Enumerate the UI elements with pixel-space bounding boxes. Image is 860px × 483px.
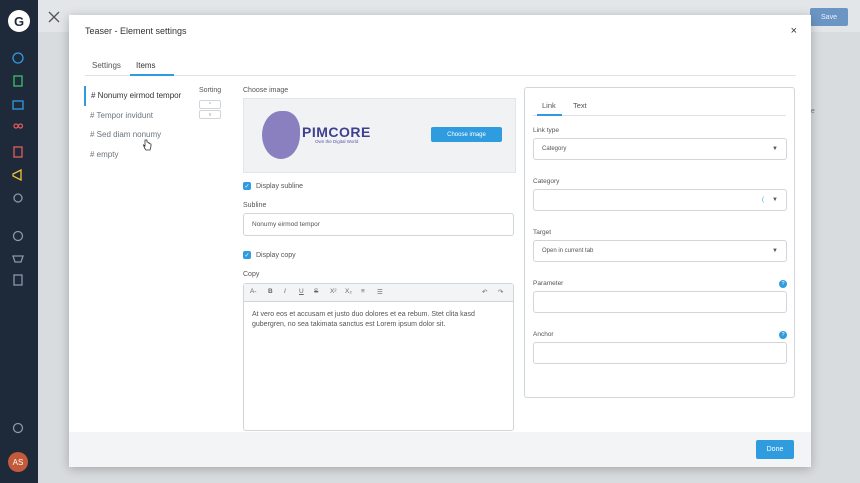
category-label: Category	[533, 178, 560, 185]
help-icon[interactable]: ?	[779, 331, 787, 339]
text-style-icon[interactable]: A-	[250, 288, 257, 295]
copy-editor[interactable]: A- B I U S X² X₂ ≡ ☰ ↶ ↷ At vero eos et …	[243, 283, 514, 431]
assets-icon[interactable]	[10, 97, 26, 113]
modal-footer: Done	[69, 432, 811, 467]
link-type-value: Category	[542, 146, 567, 152]
copy-text[interactable]: At vero eos et accusam et justo duo dolo…	[252, 310, 504, 330]
chevron-down-icon: ▼	[772, 248, 778, 254]
target-select[interactable]: Open in current tab ▼	[533, 240, 787, 262]
marketing-icon[interactable]	[10, 167, 26, 183]
user-avatar[interactable]: AS	[8, 452, 28, 472]
link-type-label: Link type	[533, 127, 560, 134]
chevron-down-icon: ▼	[772, 146, 778, 152]
modal-title: Teaser - Element settings	[85, 26, 187, 36]
display-subline-checkbox[interactable]: ✓	[243, 182, 251, 190]
pimcore-brand-text: PIMCORE	[302, 124, 371, 140]
element-settings-modal: Teaser - Element settings × Settings Ite…	[69, 15, 811, 467]
editor-toolbar: A- B I U S X² X₂ ≡ ☰ ↶ ↷	[244, 284, 513, 302]
link-panel-tabs: Link Text	[533, 98, 786, 116]
app-sidebar: G AS	[0, 0, 38, 483]
choose-image-label: Choose image	[243, 87, 289, 94]
unordered-list-icon[interactable]: ☰	[377, 288, 383, 296]
basket-icon[interactable]	[10, 250, 26, 266]
loading-spinner-icon: (	[762, 197, 764, 203]
superscript-icon[interactable]: X²	[330, 288, 337, 295]
list-item[interactable]: # Sed diam nonumy	[84, 125, 184, 145]
modal-tabs: Settings Items	[85, 57, 796, 76]
undo-icon[interactable]: ↶	[482, 288, 487, 296]
bold-icon[interactable]: B	[268, 288, 273, 295]
choose-image-button[interactable]: Choose image	[431, 127, 502, 142]
underline-icon[interactable]: U	[299, 288, 304, 295]
image-preview: PIMCORE Own the Digital World Choose ima…	[243, 98, 516, 173]
display-copy-label: Display copy	[256, 252, 296, 259]
background-close-icon[interactable]	[48, 10, 60, 23]
redo-icon[interactable]: ↷	[498, 288, 503, 296]
hand-cursor-icon	[142, 138, 152, 151]
pimcore-logo-icon[interactable]: G	[8, 10, 30, 32]
done-button[interactable]: Done	[756, 440, 794, 459]
list-item[interactable]: # empty	[84, 145, 184, 165]
parameter-input[interactable]	[533, 291, 787, 313]
subline-label: Subline	[243, 202, 267, 209]
display-subline-label: Display subline	[256, 183, 304, 190]
pimcore-tagline: Own the Digital World	[315, 139, 359, 144]
tab-settings[interactable]: Settings	[92, 61, 121, 70]
category-select[interactable]: ( ▼	[533, 189, 787, 211]
list-item[interactable]: # Tempor invidunt	[84, 106, 184, 126]
dashboard-icon[interactable]	[10, 50, 26, 66]
tab-items[interactable]: Items	[136, 61, 156, 70]
search-icon[interactable]	[10, 228, 26, 244]
sorting-label: Sorting	[199, 87, 222, 94]
link-panel: Link Text Link type Category ▼ Category …	[524, 87, 795, 398]
active-tab-indicator	[130, 74, 174, 76]
modal-close-icon[interactable]: ×	[791, 25, 797, 37]
strikethrough-icon[interactable]: S	[314, 288, 318, 295]
parameter-label: Parameter	[533, 280, 564, 287]
sort-up-button[interactable]: ^	[199, 100, 221, 109]
italic-icon[interactable]: I	[284, 288, 286, 295]
link-type-select[interactable]: Category ▼	[533, 138, 787, 160]
help-icon[interactable]: ?	[779, 280, 787, 288]
copy-label: Copy	[243, 271, 260, 278]
tab-text[interactable]: Text	[573, 101, 587, 110]
sort-down-button[interactable]: v	[199, 110, 221, 119]
ordered-list-icon[interactable]: ≡	[361, 288, 365, 295]
reports-icon[interactable]	[10, 144, 26, 160]
info-icon[interactable]	[10, 420, 26, 436]
item-list: # Nonumy eirmod tempor # Tempor invidunt…	[84, 86, 184, 164]
active-tab-indicator	[537, 114, 562, 116]
database-icon[interactable]	[10, 272, 26, 288]
list-item[interactable]: # Nonumy eirmod tempor	[84, 86, 184, 106]
target-label: Target	[533, 229, 552, 236]
users-icon[interactable]	[10, 120, 26, 136]
settings-gear-icon[interactable]	[10, 190, 26, 206]
pimcore-astronaut-image	[262, 111, 300, 159]
tab-link[interactable]: Link	[542, 101, 556, 110]
documents-icon[interactable]	[10, 73, 26, 89]
display-copy-checkbox[interactable]: ✓	[243, 251, 251, 259]
target-value: Open in current tab	[542, 248, 594, 254]
subline-input[interactable]: Nonumy eirmod tempor	[243, 213, 514, 236]
background-save-button[interactable]: Save	[810, 8, 848, 26]
anchor-input[interactable]	[533, 342, 787, 364]
subscript-icon[interactable]: X₂	[345, 288, 352, 295]
chevron-down-icon: ▼	[772, 197, 778, 203]
anchor-label: Anchor	[533, 331, 554, 338]
